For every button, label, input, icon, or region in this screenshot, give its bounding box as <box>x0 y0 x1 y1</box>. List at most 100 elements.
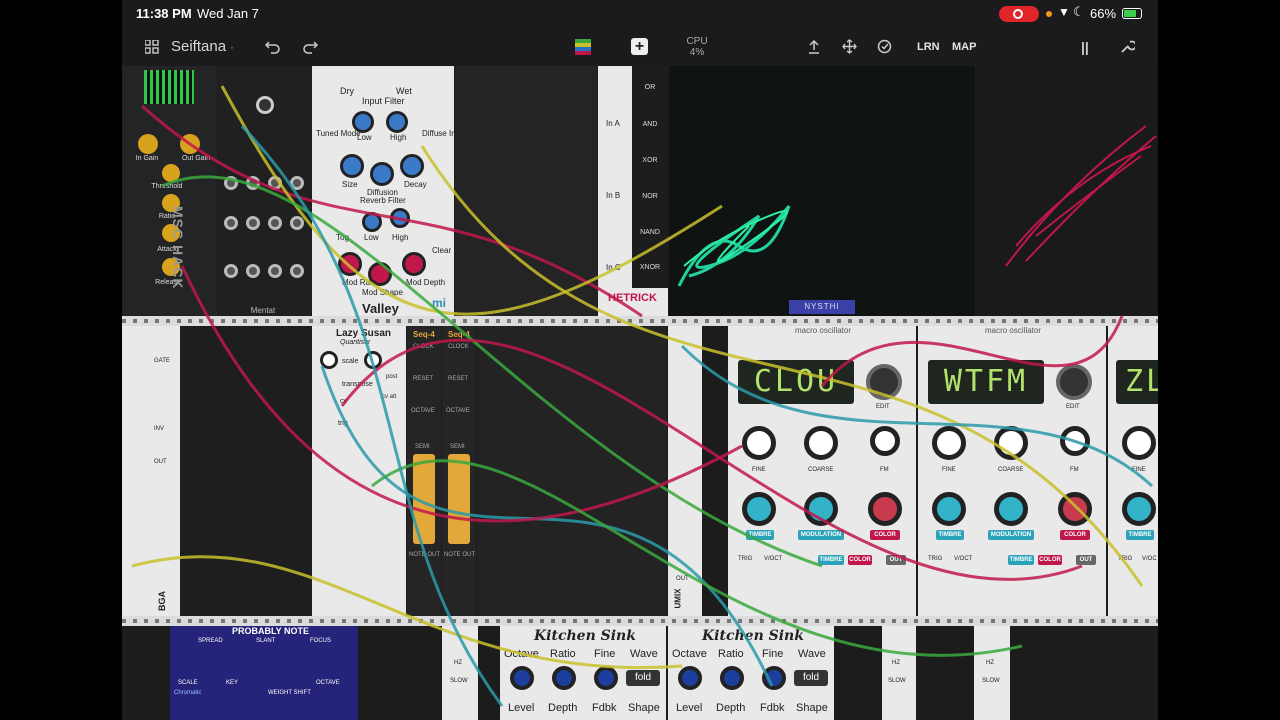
edit-knob[interactable] <box>866 364 902 400</box>
ks2-ratio-knob[interactable] <box>720 666 744 690</box>
valley-mod-rate-label: Mod Rate <box>342 278 377 287</box>
undo-icon[interactable] <box>265 40 281 54</box>
mixer-jack[interactable] <box>290 264 304 278</box>
mixer-knob[interactable] <box>256 96 274 114</box>
seq4-reset-label: RESET <box>413 376 434 382</box>
macro-osc-1-fm-label: FM <box>880 467 889 473</box>
scale-knob-2[interactable] <box>364 351 382 369</box>
in-gain-knob[interactable] <box>138 134 158 154</box>
kitchen-sink-module-1: Kitchen Sink Octave Ratio Fine Wave fold… <box>500 626 666 720</box>
macro-osc-1-modulation-tag: MODULATION <box>798 530 844 540</box>
valley-low-knob[interactable] <box>352 111 374 133</box>
focus-label: FOCUS <box>310 638 331 644</box>
small-lfo-module-3: HZ SLOW <box>974 626 1010 720</box>
fm-knob[interactable] <box>1060 426 1090 456</box>
timbre-knob[interactable] <box>932 492 966 526</box>
valley-mod-depth-knob[interactable] <box>402 252 426 276</box>
share-icon[interactable] <box>808 40 820 54</box>
fine-knob[interactable] <box>742 426 776 460</box>
fine-knob[interactable] <box>1122 426 1156 460</box>
add-module-button[interactable]: + <box>631 38 648 55</box>
gate-label: GATE <box>154 358 170 364</box>
umix-module: OUT UMIX <box>668 326 702 616</box>
mixer-jack[interactable] <box>290 176 304 190</box>
map-button[interactable]: MAP <box>952 28 976 66</box>
patch-name[interactable]: Seiftana <box>171 28 226 66</box>
edit-knob[interactable] <box>1056 364 1092 400</box>
mixer-jack[interactable] <box>224 264 238 278</box>
ks2-wave-label: Wave <box>798 648 826 660</box>
screen-record-icon[interactable] <box>999 6 1039 22</box>
ks1-level-label: Level <box>508 702 535 714</box>
ks1-wave-select[interactable]: fold <box>626 670 660 686</box>
mixer-jack[interactable] <box>268 176 282 190</box>
seq4-step-column[interactable] <box>413 454 435 544</box>
grid-icon[interactable] <box>145 40 159 54</box>
seq4-module-a: Seq-4 CLOCK RESET OCTAVE SEMI NOTE OUT <box>407 326 441 616</box>
mixer-jack[interactable] <box>268 216 282 230</box>
ks2-wave-select[interactable]: fold <box>794 670 828 686</box>
move-icon[interactable] <box>842 39 857 54</box>
fine-knob[interactable] <box>932 426 966 460</box>
snap-icon[interactable] <box>877 39 892 54</box>
out-label: OUT <box>154 459 167 465</box>
wrench-icon[interactable] <box>1120 39 1135 54</box>
seq4b-step-column[interactable] <box>448 454 470 544</box>
coarse-knob[interactable] <box>994 426 1028 460</box>
ks2-fine-knob[interactable] <box>762 666 786 690</box>
scale-knob[interactable] <box>320 351 338 369</box>
hetrick-in-a-label: In A <box>606 119 620 128</box>
hetrick-gate-xor: XOR <box>642 157 658 164</box>
mixer-jack[interactable] <box>246 216 260 230</box>
inv-label: INV <box>154 426 165 432</box>
patch-name-suffix: · <box>230 40 234 54</box>
seq4-clock-label: CLOCK <box>413 344 434 350</box>
out-gain-knob[interactable] <box>180 134 200 154</box>
valley-decay-knob[interactable] <box>400 154 424 178</box>
macro-osc-1-voct-label: V/OCT <box>764 556 783 562</box>
weight-shift-label: WEIGHT SHIFT <box>268 690 311 696</box>
mixer-jack[interactable] <box>224 216 238 230</box>
cpu-value: 4% <box>689 47 705 58</box>
empty-slot <box>181 326 311 616</box>
valley-high-knob[interactable] <box>386 111 408 133</box>
timbre-knob[interactable] <box>1122 492 1156 526</box>
learn-button[interactable]: LRN <box>917 28 940 66</box>
valley-high2-knob[interactable] <box>390 208 410 228</box>
pause-icon[interactable]: || <box>1081 28 1089 66</box>
post-label: post <box>386 374 398 380</box>
valley-name: Valley <box>362 301 399 316</box>
mixer-jack[interactable] <box>224 176 238 190</box>
ks2-depth-label: Depth <box>716 702 746 714</box>
valley-diffusion-knob[interactable] <box>370 162 394 186</box>
seq4b-reset-label: RESET <box>448 376 469 382</box>
ks2-octave-knob[interactable] <box>678 666 702 690</box>
valley-low2-knob[interactable] <box>362 212 382 232</box>
in-gain-label: In Gain <box>135 155 159 162</box>
timbre-knob[interactable] <box>742 492 776 526</box>
valley-clear-label: Clear <box>432 246 452 255</box>
ks1-octave-knob[interactable] <box>510 666 534 690</box>
fm-knob[interactable] <box>870 426 900 456</box>
mixer-jack[interactable] <box>246 264 260 278</box>
redo-icon[interactable] <box>302 40 318 54</box>
valley-mod-rate-knob[interactable] <box>338 252 362 276</box>
ks1-fine-knob[interactable] <box>594 666 618 690</box>
color-knob[interactable] <box>1058 492 1092 526</box>
out-gain-label: Out Gain <box>181 155 210 162</box>
ks1-ratio-knob[interactable] <box>552 666 576 690</box>
macro-osc-1-trig-label: TRIG <box>738 556 753 562</box>
mixer-jack[interactable] <box>268 264 282 278</box>
mixer-jack[interactable] <box>246 176 260 190</box>
macro-osc-2-modulation-tag: MODULATION <box>988 530 1034 540</box>
color-palette-icon[interactable] <box>575 39 591 55</box>
threshold-knob[interactable] <box>162 164 180 182</box>
valley-size-knob[interactable] <box>340 154 364 178</box>
coarse-knob[interactable] <box>804 426 838 460</box>
color-knob[interactable] <box>868 492 902 526</box>
macro-osc-2-out-tag: OUT <box>1076 555 1096 565</box>
mixer-jack[interactable] <box>290 216 304 230</box>
empty-slot <box>477 326 667 616</box>
modulation-knob[interactable] <box>804 492 838 526</box>
modulation-knob[interactable] <box>994 492 1028 526</box>
